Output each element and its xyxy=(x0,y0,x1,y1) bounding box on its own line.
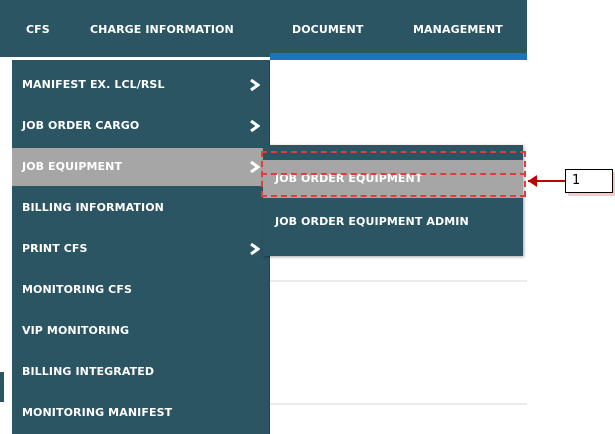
content-divider xyxy=(270,403,527,405)
menu-item-label: BILLING INFORMATION xyxy=(22,201,164,214)
menu-item-job-equipment[interactable]: JOB EQUIPMENT xyxy=(12,148,269,186)
menu-item-manifest-ex-lcl-rsl[interactable]: MANIFEST EX. LCL/RSL xyxy=(12,66,269,104)
chevron-right-icon xyxy=(250,243,260,255)
menu-item-label: BILLING INTEGRATED xyxy=(22,365,155,378)
nav-item-document[interactable]: DOCUMENT xyxy=(292,23,363,39)
menu-item-label: MONITORING CFS xyxy=(22,283,132,296)
menu-item-label: PRINT CFS xyxy=(22,242,88,255)
nav-item-management[interactable]: MANAGEMENT xyxy=(413,23,503,39)
submenu-item-job-order-equipment-admin[interactable]: JOB ORDER EQUIPMENT ADMIN xyxy=(263,203,523,241)
nav-item-charge-information[interactable]: CHARGE INFORMATION xyxy=(90,23,234,39)
menu-item-label: MANIFEST EX. LCL/RSL xyxy=(22,78,165,91)
menu-item-label: JOB EQUIPMENT xyxy=(22,160,123,173)
menu-item-vip-monitoring[interactable]: VIP MONITORING xyxy=(12,312,269,350)
menu-item-billing-integrated[interactable]: BILLING INTEGRATED xyxy=(12,353,269,391)
nav-accent-strip xyxy=(270,53,527,60)
menu-item-monitoring-manifest[interactable]: MONITORING MANIFEST xyxy=(12,394,269,432)
nav-item-cfs[interactable]: CFS xyxy=(26,23,50,39)
submenu-item-label: JOB ORDER EQUIPMENT ADMIN xyxy=(275,215,469,228)
submenu-item-job-order-equipment[interactable]: JOB ORDER EQUIPMENT xyxy=(263,160,523,198)
chevron-right-icon xyxy=(250,120,260,132)
menu-item-billing-information[interactable]: BILLING INFORMATION xyxy=(12,189,269,227)
menu-item-print-cfs[interactable]: PRINT CFS xyxy=(12,230,269,268)
page-edge-marker xyxy=(0,372,4,402)
chevron-right-icon xyxy=(250,161,260,173)
job-equipment-submenu: JOB ORDER EQUIPMENT JOB ORDER EQUIPMENT … xyxy=(263,145,523,256)
menu-item-label: MONITORING MANIFEST xyxy=(22,406,173,419)
callout-number-badge: 1 xyxy=(565,169,613,193)
chevron-right-icon xyxy=(250,79,260,91)
cfs-dropdown-menu: MANIFEST EX. LCL/RSL JOB ORDER CARGO JOB… xyxy=(12,60,269,434)
menu-item-monitoring-cfs[interactable]: MONITORING CFS xyxy=(12,271,269,309)
menu-item-job-order-cargo[interactable]: JOB ORDER CARGO xyxy=(12,107,269,145)
menu-item-label: VIP MONITORING xyxy=(22,324,130,337)
submenu-item-label: JOB ORDER EQUIPMENT xyxy=(275,172,423,185)
top-navigation-bar: CFS CHARGE INFORMATION DOCUMENT MANAGEME… xyxy=(0,0,527,60)
callout-connector xyxy=(528,180,566,182)
menu-item-label: JOB ORDER CARGO xyxy=(22,119,140,132)
content-divider xyxy=(270,280,527,282)
